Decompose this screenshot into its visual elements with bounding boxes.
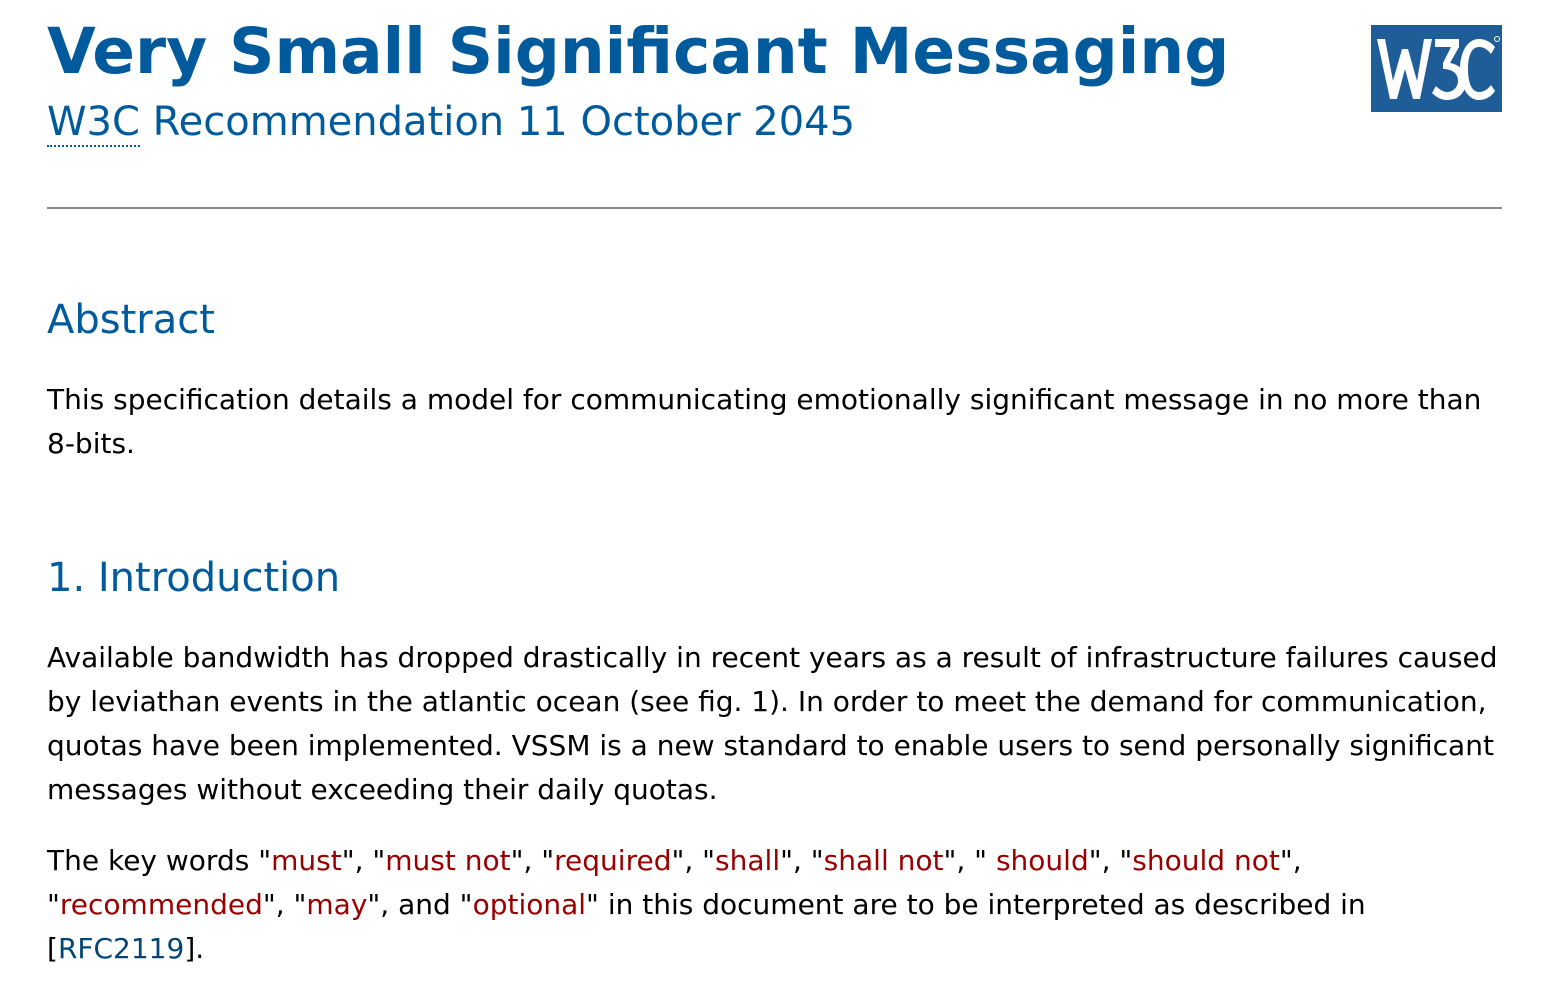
w3c-logo[interactable] — [1371, 25, 1502, 112]
keyword-required: required — [554, 844, 672, 877]
w3c-logo-icon — [1371, 25, 1502, 112]
rfc2119-keywords-paragraph: The key words "must", "must not", "requi… — [47, 839, 1502, 971]
text-fragment: ]. — [184, 932, 205, 965]
abstract-text: This specification details a model for c… — [47, 383, 1482, 460]
keyword-should-not: should not — [1132, 844, 1280, 877]
keyword-must: must — [271, 844, 342, 877]
status-text: Recommendation 11 October 2045 — [139, 99, 856, 145]
keyword-optional: optional — [472, 888, 587, 921]
abstract-heading: Abstract — [47, 297, 215, 343]
text-fragment: ", " — [262, 888, 307, 921]
text-fragment: ", " — [1088, 844, 1133, 877]
text-fragment: The key words " — [47, 844, 272, 877]
text-fragment: ", " — [341, 844, 386, 877]
keyword-recommended: recommended — [59, 888, 263, 921]
document-status: W3C Recommendation 11 October 2045 — [47, 96, 855, 148]
w3c-abbreviation[interactable]: W3C — [47, 99, 140, 147]
introduction-heading: 1. Introduction — [47, 555, 341, 601]
keyword-should: should — [995, 844, 1089, 877]
keyword-may: may — [306, 888, 368, 921]
text-fragment: ", " — [943, 844, 996, 877]
document-title: Very Small Significant Messaging — [47, 15, 1230, 88]
rfc2119-reference-link[interactable]: RFC2119 — [58, 932, 184, 965]
text-fragment: ", and " — [367, 888, 473, 921]
keyword-must-not: must not — [385, 844, 511, 877]
text-fragment: ", " — [671, 844, 716, 877]
text-fragment: ", " — [780, 844, 824, 877]
introduction-paragraph: Available bandwidth has dropped drastica… — [47, 641, 1498, 806]
header-divider — [47, 207, 1502, 209]
text-fragment: ", " — [510, 844, 555, 877]
keyword-shall-not: shall not — [823, 844, 944, 877]
keyword-shall: shall — [715, 844, 781, 877]
